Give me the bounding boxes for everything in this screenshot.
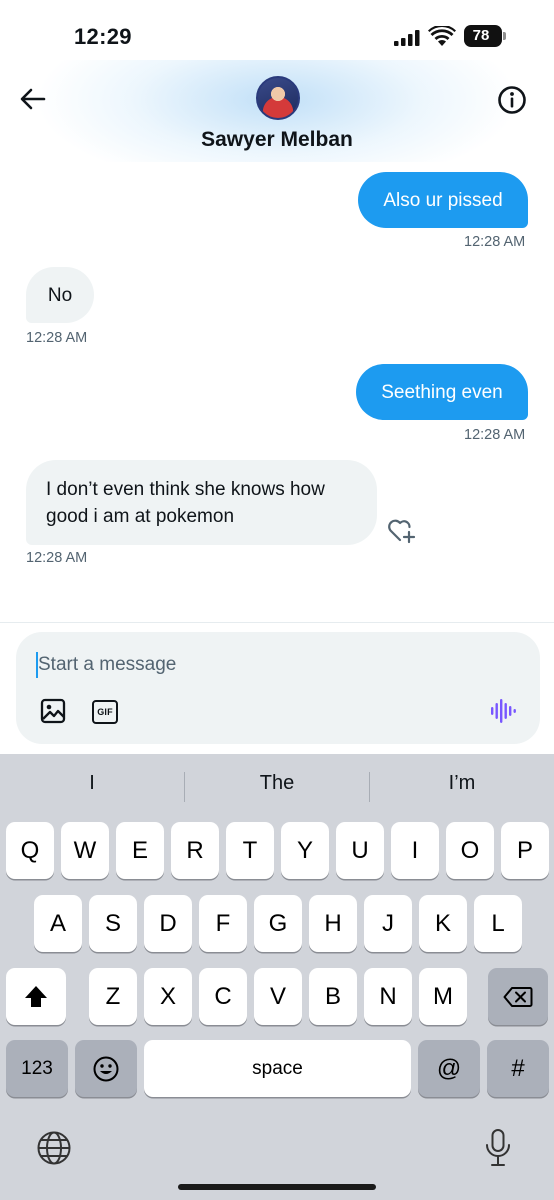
message-timestamp: 12:28 AM [26,550,88,566]
key-h[interactable]: H [309,895,357,952]
key-z[interactable]: Z [89,968,137,1025]
info-icon[interactable] [496,84,528,116]
suggestion[interactable]: The [185,772,369,795]
status-time: 12:29 [74,24,132,49]
key-x[interactable]: X [144,968,192,1025]
voice-wave-icon[interactable] [490,698,516,724]
shift-icon [25,985,47,1007]
heart-plus-icon[interactable] [386,516,416,544]
key-k[interactable]: K [419,895,467,952]
shift-key[interactable] [6,968,66,1025]
key-j[interactable]: J [364,895,412,952]
battery-tip [503,32,506,40]
cellular-signal-icon [394,30,420,46]
message-composer: GIF [16,632,540,744]
key-l[interactable]: L [474,895,522,952]
key-a[interactable]: A [34,895,82,952]
space-key-label: space [252,1057,303,1079]
key-i[interactable]: I [391,822,439,879]
key-o[interactable]: O [446,822,494,879]
message-bubble-sent[interactable]: Seething even [356,364,528,420]
key-p[interactable]: P [501,822,549,879]
key-m[interactable]: M [419,968,467,1025]
key-g[interactable]: G [254,895,302,952]
emoji-key[interactable] [75,1040,137,1097]
predictive-suggestions: I The I’m [0,754,554,814]
key-u[interactable]: U [336,822,384,879]
suggestion[interactable]: I’m [370,772,554,795]
delete-icon [503,986,533,1007]
message-timestamp: 12:28 AM [26,330,88,346]
conversation-header: Sawyer Melban [0,60,554,162]
message-bubble-received[interactable]: I don’t even think she knows how good i … [26,460,377,545]
key-s[interactable]: S [89,895,137,952]
home-indicator [178,1184,376,1190]
key-e[interactable]: E [116,822,164,879]
battery-indicator: 78 [464,25,506,47]
battery-percentage: 78 [472,27,490,44]
globe-icon[interactable] [36,1130,72,1166]
back-arrow-icon[interactable] [16,82,50,116]
key-n[interactable]: N [364,968,412,1025]
text-cursor [36,652,38,678]
key-d[interactable]: D [144,895,192,952]
contact-name[interactable]: Sawyer Melban [0,128,554,152]
message-bubble-received[interactable]: No [26,267,94,323]
message-timestamp: 12:28 AM [464,427,526,443]
emoji-icon [93,1056,119,1081]
wifi-icon [428,26,456,46]
key-f[interactable]: F [199,895,247,952]
key-y[interactable]: Y [281,822,329,879]
message-timestamp: 12:28 AM [464,234,526,250]
key-r[interactable]: R [171,822,219,879]
numbers-key[interactable]: 123 [6,1040,68,1097]
microphone-icon[interactable] [484,1128,512,1168]
numbers-key-label: 123 [21,1057,53,1079]
gif-icon[interactable]: GIF [92,700,118,724]
key-q[interactable]: Q [6,822,54,879]
hash-key-label: # [511,1054,525,1082]
image-icon[interactable] [40,698,66,724]
key-w[interactable]: W [61,822,109,879]
suggestion[interactable]: I [0,772,184,795]
key-c[interactable]: C [199,968,247,1025]
at-key[interactable]: @ [418,1040,480,1097]
message-input[interactable] [38,650,498,680]
key-t[interactable]: T [226,822,274,879]
avatar[interactable] [256,76,300,120]
keyboard: I The I’m Q W E R T Y U I O P A S D F G … [0,754,554,1200]
at-key-label: @ [436,1054,462,1082]
key-b[interactable]: B [309,968,357,1025]
hash-key[interactable]: # [487,1040,549,1097]
composer-divider [0,622,554,623]
key-v[interactable]: V [254,968,302,1025]
delete-key[interactable] [488,968,548,1025]
message-bubble-sent[interactable]: Also ur pissed [358,172,528,228]
space-key[interactable]: space [144,1040,411,1097]
